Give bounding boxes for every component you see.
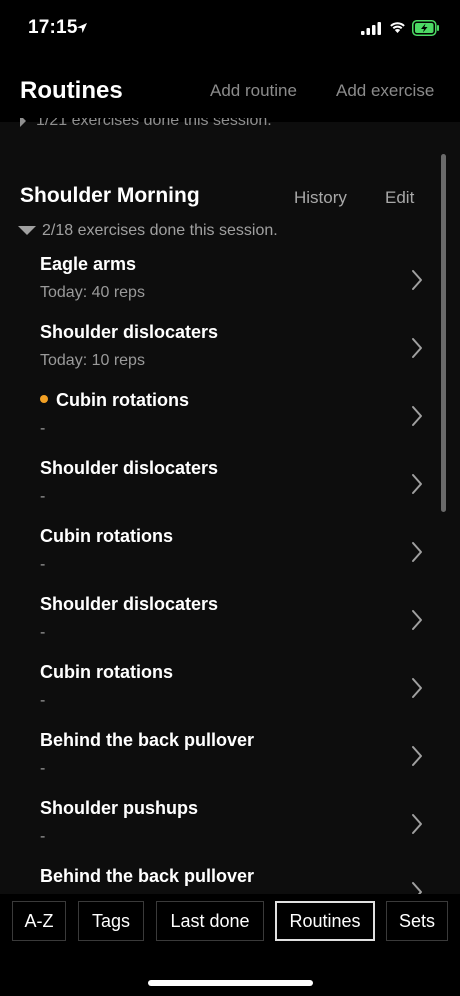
exercise-name: Shoulder dislocaters	[40, 322, 219, 342]
tab-tags[interactable]: Tags	[78, 901, 144, 941]
location-arrow-icon	[76, 21, 88, 39]
add-routine-button[interactable]: Add routine	[210, 81, 297, 101]
exercise-detail: -	[40, 488, 46, 505]
cellular-signal-icon	[361, 22, 381, 40]
history-button[interactable]: History	[294, 188, 347, 208]
exercise-detail: -	[40, 556, 46, 573]
exercise-detail: -	[40, 692, 46, 709]
routine-summary-text: 2/18 exercises done this session.	[42, 222, 278, 239]
chevron-right-icon	[410, 268, 424, 297]
chevron-right-icon	[410, 880, 424, 894]
chevron-right-icon	[410, 812, 424, 841]
exercise-detail: Today: 10 reps	[40, 352, 145, 369]
in-progress-dot-icon	[40, 395, 48, 404]
exercise-name: Shoulder dislocaters	[40, 458, 219, 478]
list-item[interactable]: Eagle arms Today: 40 reps	[0, 254, 460, 322]
exercise-name: Shoulder pushups	[40, 798, 199, 818]
chevron-right-icon	[410, 472, 424, 501]
exercise-name: Cubin rotations	[40, 662, 173, 682]
wifi-icon	[389, 20, 406, 39]
list-item[interactable]: Behind the back pullover	[0, 866, 460, 894]
status-time: 17:15	[28, 17, 78, 38]
exercise-list: Eagle arms Today: 40 reps Shoulder dislo…	[0, 254, 460, 894]
app-screen: 17:15 Routines Add routine Add exercise …	[0, 0, 460, 996]
tab-az[interactable]: A-Z	[12, 901, 66, 941]
routines-list[interactable]: 1/21 exercises done this session. Should…	[0, 118, 460, 894]
status-bar: 17:15	[0, 0, 460, 56]
exercise-name-row: Cubin rotations	[40, 390, 189, 411]
list-item[interactable]: Shoulder pushups -	[0, 798, 460, 866]
exercise-name: Eagle arms	[40, 254, 137, 274]
expanded-triangle-icon	[18, 226, 36, 236]
page-title: Routines	[20, 77, 123, 104]
exercise-name: Cubin rotations	[56, 390, 189, 410]
list-item[interactable]: Cubin rotations -	[0, 390, 460, 458]
tab-routines[interactable]: Routines	[275, 901, 375, 941]
scrollbar[interactable]	[441, 154, 446, 512]
list-item[interactable]: Shoulder dislocaters Today: 10 reps	[0, 322, 460, 390]
tab-sets[interactable]: Sets	[386, 901, 448, 941]
tab-last-done[interactable]: Last done	[156, 901, 264, 941]
exercise-detail: -	[40, 420, 46, 437]
list-item[interactable]: Shoulder dislocaters -	[0, 458, 460, 526]
chevron-right-icon	[410, 744, 424, 773]
previous-summary-text: 1/21 exercises done this session.	[36, 118, 272, 129]
battery-charging-icon	[412, 20, 440, 41]
header: Routines Add routine Add exercise	[0, 56, 460, 122]
exercise-name: Shoulder dislocaters	[40, 594, 219, 614]
list-item[interactable]: Shoulder dislocaters -	[0, 594, 460, 662]
home-indicator[interactable]	[148, 980, 313, 986]
list-item[interactable]: Cubin rotations -	[0, 662, 460, 730]
exercise-detail: -	[40, 828, 46, 845]
exercise-name: Behind the back pullover	[40, 730, 255, 750]
exercise-name: Cubin rotations	[40, 526, 173, 546]
exercise-detail: -	[40, 624, 46, 641]
chevron-right-icon	[410, 404, 424, 433]
list-item[interactable]: Behind the back pullover -	[0, 730, 460, 798]
chevron-right-icon	[410, 336, 424, 365]
chevron-right-icon	[410, 540, 424, 569]
previous-routine-summary[interactable]: 1/21 exercises done this session.	[20, 118, 272, 130]
routine-title: Shoulder Morning	[20, 184, 200, 207]
exercise-detail: -	[40, 760, 46, 777]
bottom-tab-bar: A-Z Tags Last done Routines Sets	[0, 894, 460, 996]
collapsed-triangle-icon	[20, 118, 26, 127]
chevron-right-icon	[410, 608, 424, 637]
routine-summary[interactable]: 2/18 exercises done this session.	[18, 222, 278, 240]
edit-button[interactable]: Edit	[385, 188, 414, 208]
exercise-name: Behind the back pullover	[40, 866, 255, 886]
list-item[interactable]: Cubin rotations -	[0, 526, 460, 594]
chevron-right-icon	[410, 676, 424, 705]
add-exercise-button[interactable]: Add exercise	[336, 81, 434, 101]
exercise-detail: Today: 40 reps	[40, 284, 145, 301]
